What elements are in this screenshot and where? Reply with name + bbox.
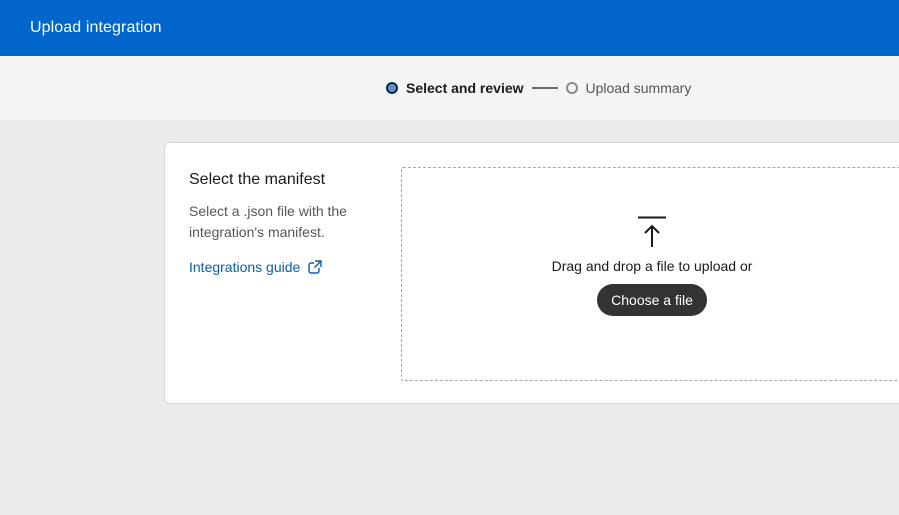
step-label: Upload summary [585, 80, 692, 96]
dropzone-content: Drag and drop a file to upload or Choose… [402, 216, 899, 316]
integrations-guide-link[interactable]: Integrations guide [189, 259, 323, 275]
external-link-icon [308, 260, 323, 274]
integrations-guide-label: Integrations guide [189, 259, 301, 275]
manifest-title: Select the manifest [189, 171, 326, 188]
step-upload-summary: Upload summary [565, 80, 692, 96]
file-dropzone[interactable]: Drag and drop a file to upload or Choose… [401, 167, 899, 381]
manifest-info: Select the manifest Select a .json file … [189, 171, 389, 277]
progress-steps: Select and review Upload summary [386, 56, 691, 120]
step-inactive-indicator-icon [565, 82, 578, 94]
manifest-description: Select a .json file with the integration… [189, 203, 347, 240]
choose-file-button[interactable]: Choose a file [597, 284, 707, 316]
step-label: Select and review [406, 80, 524, 96]
progress-steps-bar: Select and review Upload summary [0, 56, 899, 120]
dropzone-prompt: Drag and drop a file to upload or [551, 258, 753, 274]
step-connector [531, 87, 558, 89]
manifest-card: Select the manifest Select a .json file … [164, 142, 899, 404]
page-title: Upload integration [30, 19, 162, 36]
step-active-indicator-icon [386, 82, 398, 94]
upload-icon [638, 216, 666, 247]
step-select-and-review: Select and review [386, 80, 524, 96]
app-header: Upload integration [0, 0, 899, 56]
